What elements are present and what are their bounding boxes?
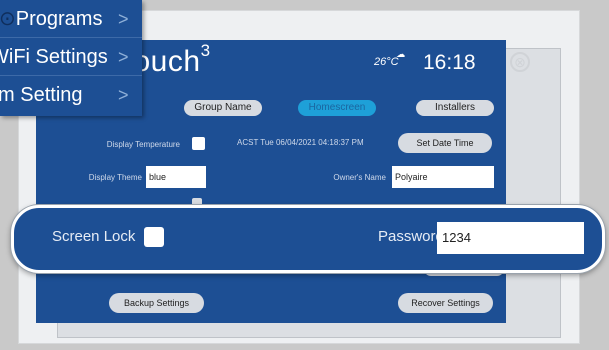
menu-item-programs[interactable]: ⊙Programs > bbox=[0, 0, 142, 38]
tab-homescreen[interactable]: Homescreen bbox=[298, 100, 376, 116]
screen-lock-label: Screen Lock bbox=[52, 228, 136, 245]
chevron-right-icon: > bbox=[118, 9, 129, 29]
menu-item-label: ⊙Programs bbox=[0, 8, 103, 30]
password-label: Password bbox=[378, 228, 444, 245]
owners-name-field[interactable]: Polyaire bbox=[392, 166, 494, 188]
set-date-time-button[interactable]: Set Date Time bbox=[398, 133, 492, 153]
settings-menu: ⊙Programs > WiFi Settings > System Setti… bbox=[0, 0, 142, 116]
password-field[interactable]: 1234 bbox=[437, 222, 584, 254]
close-icon[interactable]: ⊗ bbox=[510, 52, 530, 72]
screen-lock-callout: Screen Lock Password 1234 bbox=[11, 205, 605, 273]
menu-item-system-setting[interactable]: System Setting > bbox=[0, 76, 142, 114]
chevron-right-icon: > bbox=[118, 85, 129, 105]
recover-settings-button[interactable]: Recover Settings bbox=[398, 293, 493, 313]
menu-item-wifi-settings[interactable]: WiFi Settings > bbox=[0, 38, 142, 76]
menu-item-label: WiFi Settings bbox=[0, 46, 108, 68]
screen-lock-checkbox[interactable] bbox=[144, 227, 164, 247]
datetime-readout: ACST Tue 06/04/2021 04:18:37 PM bbox=[237, 138, 364, 147]
display-theme-field[interactable]: blue bbox=[146, 166, 206, 188]
display-temperature-checkbox[interactable] bbox=[192, 137, 205, 150]
tab-installers[interactable]: Installers bbox=[416, 100, 494, 116]
display-theme-label: Display Theme bbox=[88, 173, 142, 182]
outside-temperature: 26°C ☁ bbox=[374, 49, 405, 68]
weather-icon: ☁ bbox=[396, 49, 405, 59]
chevron-right-icon: > bbox=[118, 47, 129, 67]
menu-item-label: System Setting bbox=[0, 84, 83, 106]
owners-name-label: Owner's Name bbox=[333, 173, 386, 182]
display-temperature-label: Display Temperature bbox=[106, 140, 180, 149]
backup-settings-button[interactable]: Backup Settings bbox=[109, 293, 204, 313]
clock: 16:18 bbox=[423, 51, 476, 74]
tab-group-name[interactable]: Group Name bbox=[184, 100, 262, 116]
